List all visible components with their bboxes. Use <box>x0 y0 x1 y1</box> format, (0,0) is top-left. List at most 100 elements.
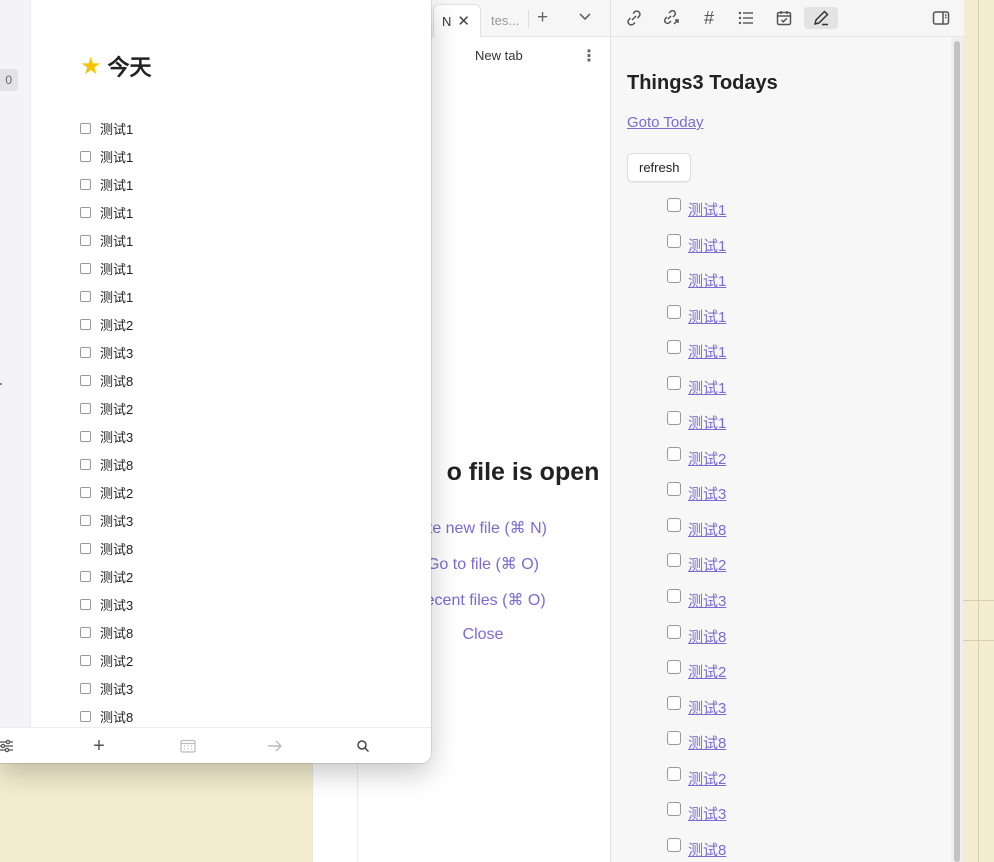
todo-link[interactable]: 测试3 <box>688 803 726 824</box>
todo-link[interactable]: 测试1 <box>688 412 726 433</box>
checkbox[interactable] <box>80 430 91 442</box>
goto-today-link[interactable]: Goto Today <box>627 114 703 131</box>
list-item: 测试8 <box>80 366 133 394</box>
checkbox[interactable] <box>80 486 91 498</box>
checkbox[interactable] <box>80 710 91 722</box>
checkbox[interactable] <box>667 731 681 746</box>
checkbox[interactable] <box>667 269 681 284</box>
todo-link[interactable]: 测试2 <box>688 661 726 682</box>
todo-list: 测试1 测试1 测试1 测试1 测试1 测试1 测试1 测试2 测试3 测试8 测试2 测试3 测试8 测… <box>667 196 726 862</box>
todo-link[interactable]: 测试3 <box>688 483 726 504</box>
checkbox[interactable] <box>667 446 681 461</box>
list-item: 测试3 <box>667 800 726 836</box>
checkbox[interactable] <box>667 340 681 355</box>
todo-link[interactable]: 测试3 <box>688 697 726 718</box>
plus-icon[interactable]: + <box>537 7 548 29</box>
checkbox[interactable] <box>667 837 681 852</box>
checkbox[interactable] <box>667 304 681 319</box>
checkbox[interactable] <box>80 626 91 638</box>
todo-link[interactable]: 测试2 <box>688 554 726 575</box>
checkbox[interactable] <box>667 517 681 532</box>
checkbox[interactable] <box>80 458 91 470</box>
sidebar-toggle-icon[interactable] <box>929 7 953 29</box>
checkbox[interactable] <box>80 570 91 582</box>
arrow-right-icon[interactable] <box>265 736 285 756</box>
todo-link[interactable]: 测试3 <box>688 590 726 611</box>
calendar-check-icon[interactable] <box>772 7 796 29</box>
todo-link[interactable]: 测试8 <box>688 839 726 860</box>
todo-link[interactable]: 测试2 <box>688 448 726 469</box>
todo-link[interactable]: 测试1 <box>688 377 726 398</box>
todo-link[interactable]: 测试1 <box>688 235 726 256</box>
checkbox[interactable] <box>80 122 91 134</box>
sliders-icon[interactable] <box>0 736 16 756</box>
list-item: 测试8 <box>80 702 133 730</box>
link-icon[interactable] <box>622 7 646 29</box>
checkbox[interactable] <box>80 542 91 554</box>
checkbox[interactable] <box>667 624 681 639</box>
checkbox[interactable] <box>80 402 91 414</box>
todo-link[interactable]: 测试8 <box>688 732 726 753</box>
checkbox[interactable] <box>667 766 681 781</box>
list-icon[interactable] <box>734 7 758 29</box>
todo-label: 测试3 <box>100 513 134 529</box>
todo-link[interactable]: 测试1 <box>688 199 726 220</box>
todo-link[interactable]: 测试8 <box>688 626 726 647</box>
checkbox[interactable] <box>667 482 681 497</box>
checkbox[interactable] <box>667 660 681 675</box>
todo-link[interactable]: 测试1 <box>688 341 726 362</box>
pen-icon[interactable] <box>804 7 838 29</box>
todo-label: 测试1 <box>100 205 134 221</box>
list-item: 测试1 <box>667 232 726 268</box>
list-item: 测试1 <box>80 254 133 282</box>
plus-icon[interactable]: + <box>89 735 109 757</box>
checkbox[interactable] <box>80 234 91 246</box>
checkbox[interactable] <box>667 233 681 248</box>
checkbox[interactable] <box>80 514 91 526</box>
checkbox[interactable] <box>80 262 91 274</box>
checkbox[interactable] <box>80 206 91 218</box>
todo-label: 测试1 <box>100 289 134 305</box>
checkbox[interactable] <box>667 411 681 426</box>
list-item: 测试1 <box>667 196 726 232</box>
refresh-button[interactable]: refresh <box>627 153 692 182</box>
scrollbar[interactable] <box>951 37 963 862</box>
todo-link[interactable]: 测试1 <box>688 306 726 327</box>
tab-new[interactable]: N ✕ <box>433 4 481 37</box>
checkbox[interactable] <box>667 802 681 817</box>
todo-label: 测试1 <box>100 121 134 137</box>
checkbox[interactable] <box>667 553 681 568</box>
list-item: 测试8 <box>667 516 726 552</box>
checkbox[interactable] <box>667 375 681 390</box>
search-icon[interactable] <box>353 736 373 756</box>
todo-link[interactable]: 测试1 <box>688 270 726 291</box>
checkbox[interactable] <box>80 178 91 190</box>
checkbox[interactable] <box>80 682 91 694</box>
link-out-icon[interactable] <box>659 7 683 29</box>
todo-link[interactable]: 测试8 <box>688 519 726 540</box>
tab-label: tes... <box>491 13 520 28</box>
calendar-icon[interactable] <box>178 736 198 756</box>
checkbox[interactable] <box>80 290 91 302</box>
more-options-icon[interactable]: ⋮ <box>581 46 597 66</box>
checkbox[interactable] <box>667 695 681 710</box>
todo-link[interactable]: 测试2 <box>688 768 726 789</box>
tab-test[interactable]: tes... <box>483 4 527 37</box>
checkbox[interactable] <box>80 318 91 330</box>
checkbox[interactable] <box>80 374 91 386</box>
todo-label: 测试1 <box>100 233 134 249</box>
checkbox[interactable] <box>667 198 681 212</box>
checkbox[interactable] <box>667 589 681 604</box>
scrollbar-thumb[interactable] <box>954 41 960 862</box>
checkbox[interactable] <box>80 598 91 610</box>
list-item: 测试1 <box>667 338 726 374</box>
checkbox[interactable] <box>80 654 91 666</box>
checkbox[interactable] <box>80 150 91 162</box>
list-item: 测试1 <box>667 409 726 445</box>
checkbox[interactable] <box>80 346 91 358</box>
hash-icon[interactable]: # <box>697 7 721 29</box>
view-title: New tab <box>475 48 523 63</box>
todo-label: 测试8 <box>100 625 134 641</box>
close-icon[interactable]: ✕ <box>457 12 470 30</box>
chevron-down-icon[interactable] <box>579 9 591 24</box>
